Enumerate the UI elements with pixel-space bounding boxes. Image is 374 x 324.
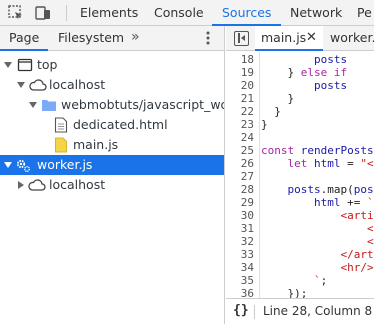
tree-item-worker-js[interactable]: worker.js <box>0 155 224 175</box>
line-number[interactable]: 21 <box>226 92 254 105</box>
device-toolbar-icon[interactable] <box>34 4 52 22</box>
close-icon[interactable]: ✕ <box>306 31 317 45</box>
tab-console[interactable]: Console <box>154 0 204 26</box>
line-number[interactable]: 22 <box>226 105 254 118</box>
folder-icon <box>42 100 56 111</box>
tree-item-label: worker.js <box>37 157 93 172</box>
line-number[interactable]: 34 <box>226 261 254 274</box>
tree-item-dedicated-html[interactable]: dedicated.html <box>0 115 224 135</box>
toggle-navigator-icon[interactable] <box>234 31 249 46</box>
cursor-position: Line 28, Column 8 <box>263 304 373 318</box>
code-line: html += ` <box>313 196 374 209</box>
line-number[interactable]: 31 <box>226 222 254 235</box>
code-line: <hr/> <box>340 261 374 274</box>
line-number[interactable]: 25 <box>226 144 254 157</box>
js-file-icon <box>55 137 67 153</box>
expand-arrow-icon[interactable] <box>17 82 25 88</box>
code-line: <arti <box>340 209 374 222</box>
collapse-arrow-icon[interactable] <box>18 181 24 189</box>
code-line: </art <box>340 248 374 261</box>
tab-elements[interactable]: Elements <box>80 0 138 26</box>
inspect-element-icon[interactable] <box>7 4 25 22</box>
pretty-print-icon[interactable]: {} <box>233 303 249 318</box>
line-number[interactable]: 27 <box>226 170 254 183</box>
code-line: } <box>261 118 268 131</box>
editor-tab-worker-js[interactable]: worker.js <box>330 26 374 51</box>
code-line: } <box>261 105 281 118</box>
tab-network[interactable]: Network <box>290 0 342 26</box>
navigator-tabs: Page Filesystem » <box>0 26 224 51</box>
double-chevron-icon[interactable]: » <box>131 29 140 45</box>
tree-item-label: webmobtuts/javascript_workers <box>61 97 224 112</box>
code-line: const renderPosts <box>261 144 374 157</box>
code-line: posts <box>313 53 348 66</box>
editor-tab-label: main.js <box>261 30 307 45</box>
tab-performance[interactable]: Pe <box>357 0 372 26</box>
line-number[interactable]: 33 <box>226 248 254 261</box>
devtools-toolbar: Elements Console Sources Network Pe <box>0 0 374 26</box>
code-editor: main.js ✕ worker.js 18192021222324252627… <box>226 26 374 324</box>
tree-item-localhost-worker[interactable]: localhost <box>0 175 224 195</box>
editor-status-bar: {} Line 28, Column 8 <box>226 298 374 324</box>
tree-item-label: dedicated.html <box>73 117 168 132</box>
code-line: } else if <box>261 66 348 79</box>
cloud-icon <box>28 179 46 191</box>
tab-page[interactable]: Page <box>0 26 49 51</box>
cloud-icon <box>29 79 47 91</box>
code-line: `; <box>313 274 328 287</box>
line-number[interactable]: 28 <box>226 183 254 196</box>
line-number[interactable]: 19 <box>226 66 254 79</box>
worker-gear-icon <box>16 159 30 172</box>
code-line: } <box>261 92 295 105</box>
tab-sources[interactable]: Sources <box>212 0 282 26</box>
kebab-menu-icon[interactable] <box>205 30 211 46</box>
frame-icon <box>17 58 33 72</box>
line-number[interactable]: 24 <box>226 131 254 144</box>
line-number[interactable]: 18 <box>226 53 254 66</box>
line-number[interactable]: 32 <box>226 235 254 248</box>
tree-item-label: localhost <box>49 177 106 192</box>
tree-item-label: main.js <box>73 137 119 152</box>
tree-item-label: localhost <box>49 77 106 92</box>
code-line: < <box>366 222 374 235</box>
tab-filesystem[interactable]: Filesystem <box>58 26 124 51</box>
toolbar-divider <box>66 5 67 21</box>
tree-item-folder[interactable]: webmobtuts/javascript_workers <box>0 95 224 115</box>
code-line: < <box>366 235 374 248</box>
expand-arrow-icon[interactable] <box>4 162 12 168</box>
tree-item-label: top <box>37 57 58 72</box>
status-divider <box>254 305 255 319</box>
line-number-gutter: 18 19 20 21 22 23 24 25 26 27 28 29 30 31 32 33 34 35 36 <box>226 52 260 300</box>
tree-item-main-js[interactable]: main.js <box>0 135 224 155</box>
tree-item-localhost[interactable]: localhost <box>0 75 224 95</box>
code-line: posts <box>313 79 348 92</box>
line-number[interactable]: 26 <box>226 157 254 170</box>
html-file-icon <box>54 117 68 133</box>
line-number[interactable]: 20 <box>226 79 254 92</box>
expand-arrow-icon[interactable] <box>29 102 37 108</box>
editor-tabs: main.js ✕ worker.js <box>226 26 374 51</box>
code-area[interactable]: posts } else if posts } } } const render… <box>261 52 374 298</box>
tree-item-top[interactable]: top <box>0 55 224 75</box>
line-number[interactable]: 29 <box>226 196 254 209</box>
line-number[interactable]: 30 <box>226 209 254 222</box>
navigator-panel: Page Filesystem » top localhost webmobtu… <box>0 26 225 324</box>
code-line: let html = "< <box>287 157 374 170</box>
expand-arrow-icon[interactable] <box>4 62 12 68</box>
line-number[interactable]: 23 <box>226 118 254 131</box>
code-line: posts.map(pos <box>287 183 374 196</box>
code-line: }); <box>261 287 308 298</box>
line-number[interactable]: 35 <box>226 274 254 287</box>
